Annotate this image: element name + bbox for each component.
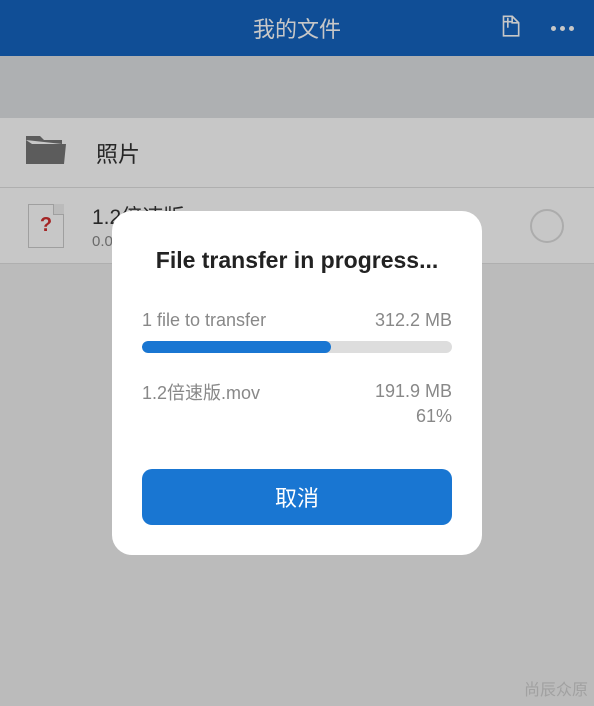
- transferred-percent: 61%: [375, 404, 452, 429]
- transfer-count: 1 file to transfer: [142, 310, 266, 331]
- dialog-title: File transfer in progress...: [142, 247, 452, 274]
- transfer-total-size: 312.2 MB: [375, 310, 452, 331]
- transfer-summary: 1 file to transfer 312.2 MB: [142, 310, 452, 331]
- modal-overlay: File transfer in progress... 1 file to t…: [0, 0, 594, 706]
- transferred-size: 191.9 MB: [375, 379, 452, 404]
- current-file-name: 1.2倍速版.mov: [142, 379, 260, 429]
- file-progress-row: 1.2倍速版.mov 191.9 MB 61%: [142, 379, 452, 429]
- transfer-dialog: File transfer in progress... 1 file to t…: [112, 211, 482, 555]
- current-file-stats: 191.9 MB 61%: [375, 379, 452, 429]
- watermark: 尚辰众原: [524, 676, 588, 700]
- cancel-button[interactable]: 取消: [142, 469, 452, 525]
- progress-bar: [142, 341, 452, 353]
- progress-fill: [142, 341, 331, 353]
